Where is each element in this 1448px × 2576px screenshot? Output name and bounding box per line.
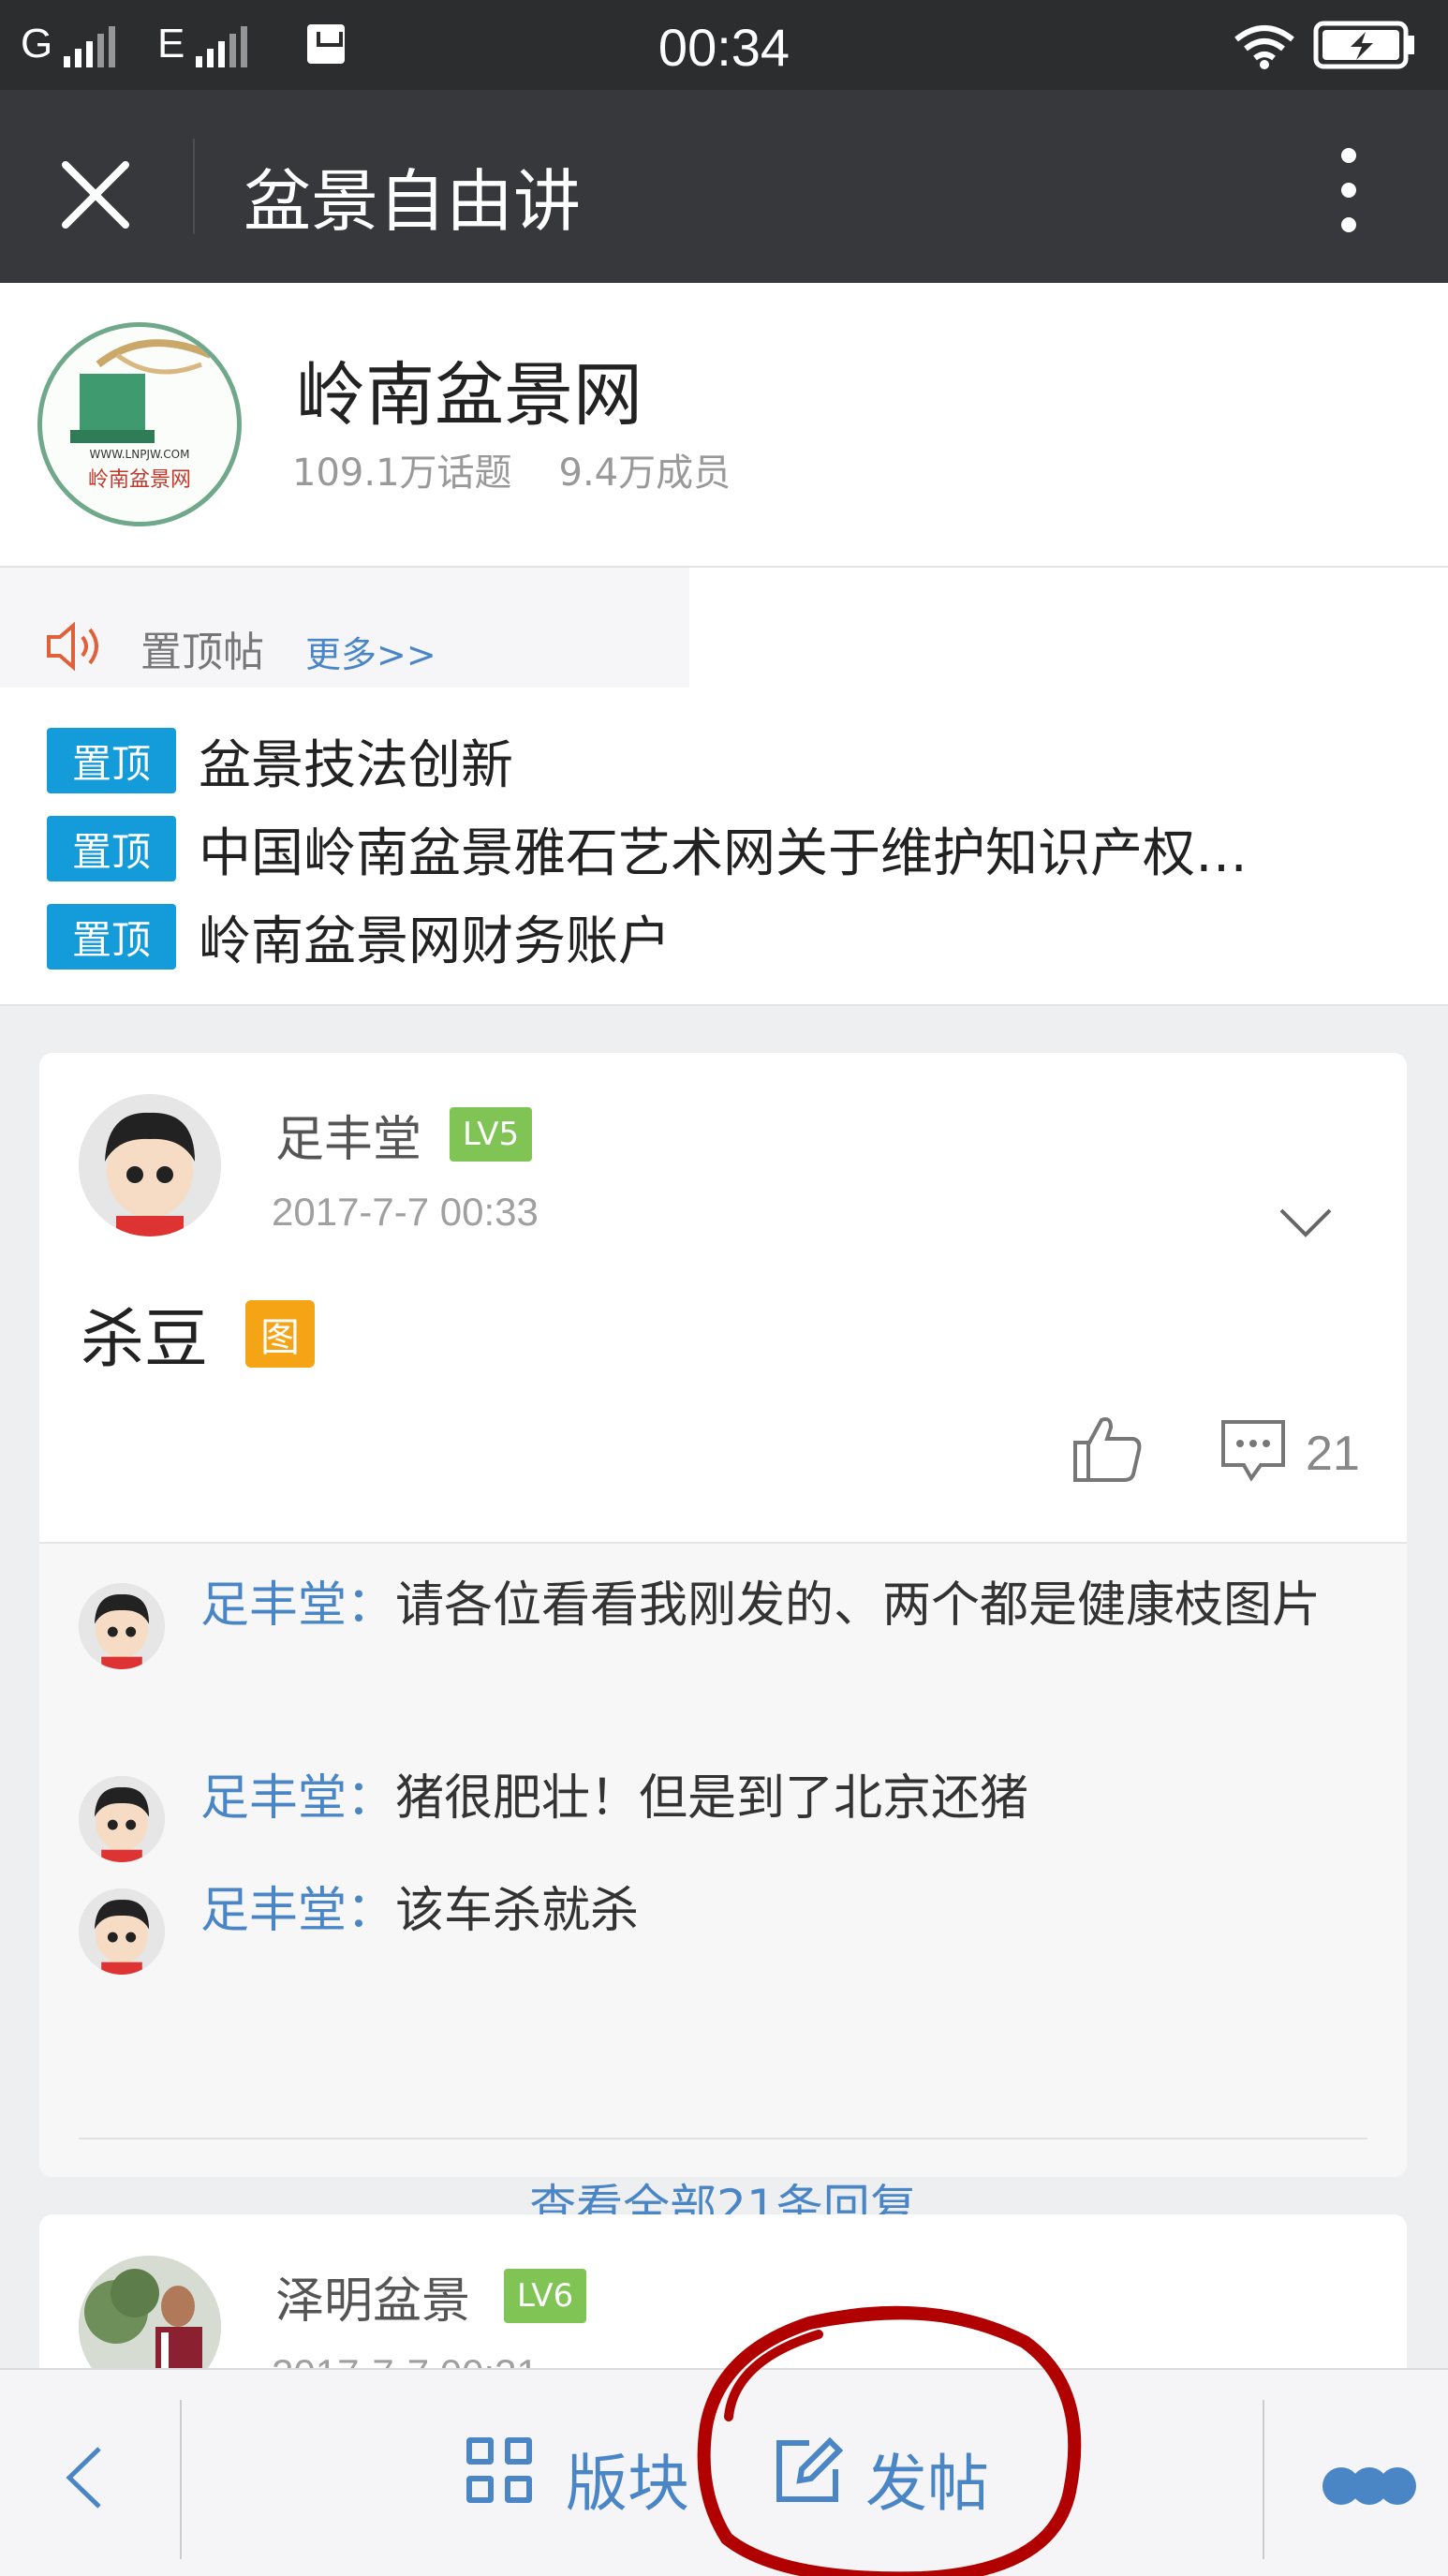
reply-separator: ： — [347, 1770, 396, 1827]
pinned-item[interactable]: 置顶 盆景技法创新 — [47, 727, 513, 796]
reply-list: 足丰堂：请各位看看我刚发的、两个都是健康枝图片 足丰堂：猪很肥壮！但是到了北京还… — [39, 1542, 1407, 2234]
reply-separator: ： — [347, 1883, 396, 1939]
more-menu-icon[interactable] — [1336, 148, 1362, 232]
pinned-title: 中国岭南盆景雅石艺术网关于维护知识产权… — [199, 822, 1248, 884]
reply-text: 猪很肥壮！但是到了北京还猪 — [395, 1770, 1029, 1827]
image-badge: 图 — [245, 1300, 315, 1368]
new-post-button[interactable]: 发帖 — [865, 2434, 989, 2524]
pinned-label: 置顶帖 — [140, 629, 264, 676]
forum-logo-image: WWW.LNPJW.COM 岭南盆景网 — [70, 339, 213, 492]
forum-header: WWW.LNPJW.COM 岭南盆景网 岭南盆景网 109.1万话题 9.4万成… — [0, 283, 1448, 568]
reply-author[interactable]: 足丰堂 — [200, 1577, 347, 1634]
avatar-image — [79, 1888, 165, 1975]
post-author[interactable]: 足丰堂 — [275, 1100, 421, 1170]
post-author[interactable]: 泽明盆景 — [275, 2261, 470, 2332]
reply-item[interactable]: 足丰堂：该车杀就杀 — [200, 1870, 1390, 1952]
title-bar: 盆景自由讲 — [0, 90, 1448, 283]
speaker-icon — [47, 621, 98, 672]
status-bar: G E 00:34 — [0, 0, 1448, 90]
avatar-image — [79, 1094, 221, 1236]
title-divider — [193, 139, 195, 234]
like-icon[interactable] — [1070, 1411, 1145, 1486]
avatar-image — [79, 1776, 165, 1862]
toolbar-divider — [1263, 2400, 1264, 2559]
comment-count: 21 — [1306, 1427, 1360, 1481]
more-options-icon[interactable] — [1322, 2467, 1416, 2505]
avatar-image — [79, 1583, 165, 1669]
status-time: 00:34 — [658, 18, 790, 77]
sections-button[interactable]: 版块 — [566, 2434, 689, 2524]
pinned-tag: 置顶 — [47, 728, 176, 793]
svg-text:岭南盆景网: 岭南盆景网 — [88, 468, 191, 492]
post-date: 2017-7-7 00:33 — [272, 1190, 539, 1234]
toolbar-divider — [180, 2400, 182, 2559]
level-badge: LV5 — [450, 1107, 533, 1162]
pinned-posts: 置顶帖 更多>> 置顶 盆景技法创新 置顶 中国岭南盆景雅石艺术网关于维护知识产… — [0, 568, 1448, 1006]
avatar[interactable] — [79, 1888, 165, 1975]
chevron-down-icon[interactable] — [1278, 1205, 1334, 1242]
grid-icon[interactable] — [466, 2437, 532, 2503]
post-card[interactable]: 足丰堂 LV5 2017-7-7 00:33 杀豆 图 21 足丰堂：请各位看看… — [39, 1053, 1407, 2234]
edit-icon[interactable] — [772, 2435, 843, 2507]
pinned-title: 盆景技法创新 — [199, 734, 513, 796]
reply-item[interactable]: 足丰堂：猪很肥壮！但是到了北京还猪 — [200, 1757, 1390, 1840]
pinned-title: 岭南盆景网财务账户 — [199, 910, 671, 972]
pinned-item[interactable]: 置顶 岭南盆景网财务账户 — [47, 903, 671, 972]
avatar[interactable] — [79, 1583, 165, 1669]
comment-icon[interactable] — [1219, 1418, 1287, 1484]
pinned-header: 置顶帖 更多>> — [0, 568, 689, 688]
close-icon[interactable] — [56, 155, 135, 234]
reply-text: 请各位看看我刚发的、两个都是健康枝图片 — [395, 1577, 1322, 1634]
pinned-tag: 置顶 — [47, 904, 176, 970]
level-badge: LV6 — [504, 2269, 587, 2323]
bottom-toolbar: 版块 发帖 — [0, 2368, 1448, 2576]
battery-icon — [1313, 21, 1414, 69]
reply-divider — [79, 2138, 1367, 2139]
forum-logo: WWW.LNPJW.COM 岭南盆景网 — [37, 322, 242, 526]
wifi-icon — [1234, 25, 1294, 69]
pinned-item[interactable]: 置顶 中国岭南盆景雅石艺术网关于维护知识产权… — [47, 815, 1248, 884]
avatar[interactable] — [79, 1094, 221, 1236]
reply-text: 该车杀就杀 — [395, 1883, 640, 1939]
forum-stats: 109.1万话题 9.4万成员 — [292, 442, 731, 496]
back-icon[interactable] — [62, 2445, 105, 2510]
pinned-more-link[interactable]: 更多>> — [305, 626, 436, 677]
forum-name: 岭南盆景网 — [296, 355, 643, 436]
reply-item[interactable]: 足丰堂：请各位看看我刚发的、两个都是健康枝图片 — [200, 1564, 1390, 1647]
page-title: 盆景自由讲 — [244, 162, 582, 241]
topic-count: 109.1万话题 — [292, 452, 512, 495]
reply-author[interactable]: 足丰堂 — [200, 1883, 347, 1939]
pinned-tag: 置顶 — [47, 816, 176, 881]
logo-url-text: WWW.LNPJW.COM — [90, 448, 190, 461]
post-title[interactable]: 杀豆 — [81, 1287, 208, 1380]
member-count: 9.4万成员 — [558, 452, 731, 495]
reply-separator: ： — [347, 1577, 396, 1634]
avatar[interactable] — [79, 1776, 165, 1862]
reply-author[interactable]: 足丰堂 — [200, 1770, 347, 1827]
